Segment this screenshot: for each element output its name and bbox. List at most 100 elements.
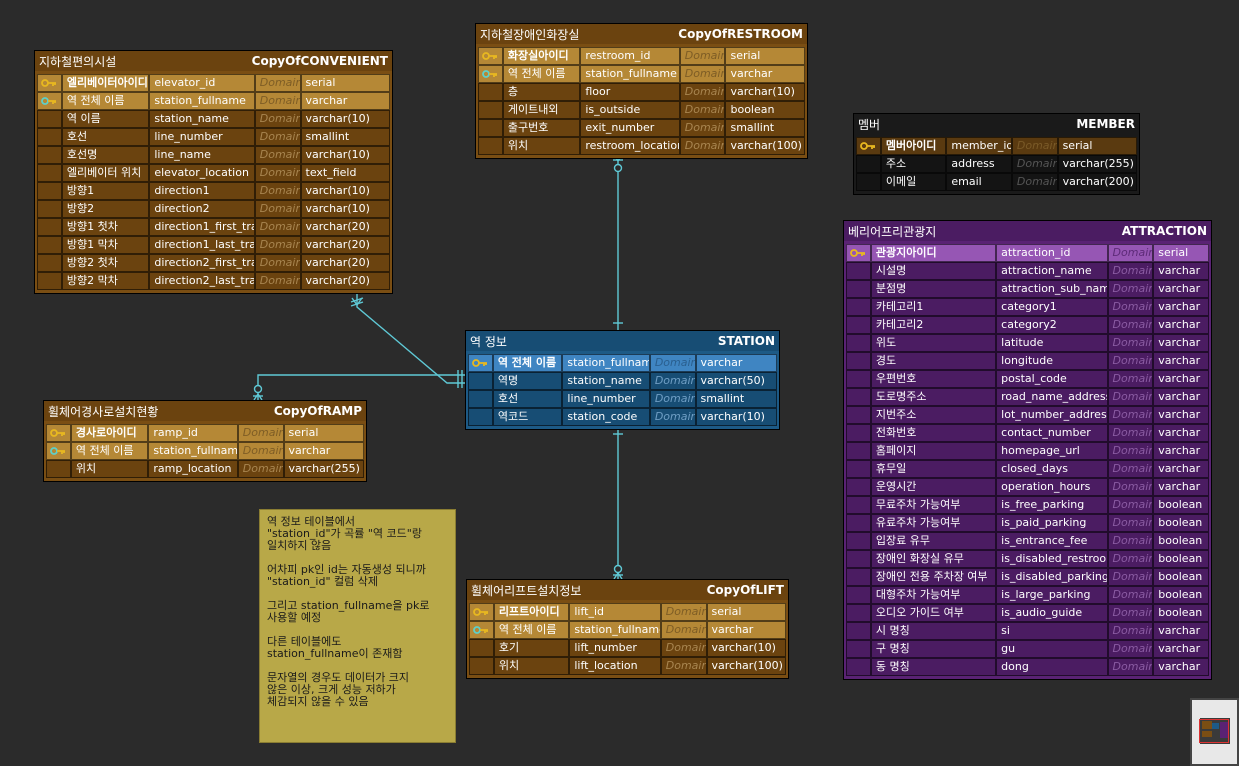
entity-header[interactable]: 지하철편의시설 CopyOfCONVENIENT: [35, 51, 392, 71]
field-row[interactable]: 홈페이지 homepage_url Domain varchar: [846, 442, 1209, 460]
field-type: smallint: [300, 128, 390, 146]
field-row[interactable]: 지번주소 lot_number_address Domain varchar: [846, 406, 1209, 424]
field-logical-name: 경도: [870, 352, 997, 370]
field-row[interactable]: 장애인 전용 주차장 여부 is_disabled_parking Domain bo…: [846, 568, 1209, 586]
field-row[interactable]: 경도 longitude Domain varchar: [846, 352, 1209, 370]
field-physical-name: is_large_parking: [996, 586, 1108, 604]
entity-station[interactable]: 역 정보 STATION 역 전체 이름 station_fullname Domain…: [465, 330, 780, 430]
field-row[interactable]: 시설명 attraction_name Domain varchar: [846, 262, 1209, 280]
empty-key-cell: [846, 568, 871, 586]
field-physical-name: direction2: [149, 200, 255, 218]
entity-lift[interactable]: 휠체어리프트설치정보 CopyOfLIFT 리프트아이디 lift_id Domain s…: [466, 579, 789, 679]
entity-header[interactable]: 역 정보 STATION: [466, 331, 779, 351]
empty-key-cell: [846, 640, 871, 658]
field-row[interactable]: 호선 line_number Domain smallint: [468, 390, 777, 408]
field-row[interactable]: 방향1 막차direction1_last_trainDomainvarchar…: [37, 236, 390, 254]
entity-header[interactable]: 베리어프리관광지 ATTRACTION: [844, 221, 1211, 241]
field-type: varchar: [1153, 298, 1209, 316]
field-row[interactable]: 엘리베이터 위치 elevator_location Domain text_fiel…: [37, 164, 390, 182]
field-row[interactable]: 위치 ramp_location Domain varchar(255): [46, 460, 364, 478]
entity-header[interactable]: 휠체어경사로설치현황 CopyOfRAMP: [44, 401, 366, 421]
field-row[interactable]: 구 명칭 gu Domain varchar: [846, 640, 1209, 658]
field-row[interactable]: 호선명 line_name Domain varchar(10): [37, 146, 390, 164]
field-row[interactable]: 방향2 첫차direction2_first_trainDomainvarcha…: [37, 254, 390, 272]
field-row[interactable]: 전화번호 contact_number Domain varchar: [846, 424, 1209, 442]
field-row[interactable]: 운영시간 operation_hours Domain varchar: [846, 478, 1209, 496]
field-row[interactable]: 게이트내외 is_outside Domain boolean: [478, 101, 805, 119]
entity-header[interactable]: 휠체어리프트설치정보 CopyOfLIFT: [467, 580, 788, 600]
primary-key-icon: [478, 47, 503, 65]
field-row[interactable]: 도로명주소 road_name_address Domain varchar: [846, 388, 1209, 406]
field-row[interactable]: 무료주차 가능여부 is_free_parking Domain boolean: [846, 496, 1209, 514]
field-row[interactable]: 방향2 direction2 Domain varchar(10): [37, 200, 390, 218]
field-row[interactable]: 시 명칭 si Domain varchar: [846, 622, 1209, 640]
field-type: text_field: [300, 164, 390, 182]
empty-key-cell: [846, 622, 871, 640]
field-type: serial: [706, 603, 786, 621]
field-physical-name: station_fullname: [148, 442, 238, 460]
minimap-viewport[interactable]: [1199, 719, 1229, 743]
field-type: varchar: [1153, 442, 1209, 460]
field-row[interactable]: 대형주차 가능여부 is_large_parking Domain boolean: [846, 586, 1209, 604]
field-type: varchar: [1153, 640, 1209, 658]
field-row[interactable]: 관광지아이디 attraction_id Domain serial: [846, 244, 1209, 262]
field-row[interactable]: 역코드 station_code Domain varchar(10): [468, 408, 777, 426]
field-type: serial: [300, 74, 390, 92]
entity-header[interactable]: 지하철장애인화장실 CopyOfRESTROOM: [476, 24, 807, 44]
foreign-key-icon: [469, 621, 494, 639]
field-row[interactable]: 오디오 가이드 여부 is_audio_guide Domain boolean: [846, 604, 1209, 622]
entity-logical-name: 지하철편의시설: [39, 54, 117, 69]
field-logical-name: 방향2 첫차: [61, 254, 150, 272]
field-row[interactable]: 역 전체 이름 station_fullname Domain varchar: [37, 92, 390, 110]
field-row[interactable]: 우편번호 postal_code Domain varchar: [846, 370, 1209, 388]
field-row[interactable]: 역 전체 이름 station_fullname Domain varchar: [468, 354, 777, 372]
entity-convenient[interactable]: 지하철편의시설 CopyOfCONVENIENT 엘리베이터아이디 elevator_…: [34, 50, 393, 294]
field-row[interactable]: 역 전체 이름 station_fullname Domain varchar: [46, 442, 364, 460]
entity-ramp[interactable]: 휠체어경사로설치현황 CopyOfRAMP 경사로아이디 ramp_id Domain s…: [43, 400, 367, 482]
field-row[interactable]: 장애인 화장실 유무 is_disabled_restroom Domain bool…: [846, 550, 1209, 568]
entity-member[interactable]: 멤버 MEMBER 멤버아이디 member_id Domain serial 주소 addr…: [853, 113, 1140, 195]
field-physical-name: floor: [580, 83, 680, 101]
field-row[interactable]: 화장실아이디 restroom_id Domain serial: [478, 47, 805, 65]
entity-header[interactable]: 멤버 MEMBER: [854, 114, 1139, 134]
field-row[interactable]: 주소 address Domain varchar(255): [856, 155, 1137, 173]
field-row[interactable]: 출구번호 exit_number Domain smallint: [478, 119, 805, 137]
empty-key-cell: [37, 146, 62, 164]
minimap[interactable]: [1190, 698, 1239, 766]
field-row[interactable]: 분점명 attraction_sub_name Domain varchar: [846, 280, 1209, 298]
field-row[interactable]: 입장료 유무 is_entrance_fee Domain boolean: [846, 532, 1209, 550]
field-row[interactable]: 카테고리2 category2 Domain varchar: [846, 316, 1209, 334]
field-row[interactable]: 리프트아이디 lift_id Domain serial: [469, 603, 786, 621]
field-row[interactable]: 카테고리1 category1 Domain varchar: [846, 298, 1209, 316]
field-row[interactable]: 호기 lift_number Domain varchar(10): [469, 639, 786, 657]
field-row[interactable]: 방향1 direction1 Domain varchar(10): [37, 182, 390, 200]
field-row[interactable]: 엘리베이터아이디 elevator_id Domain serial: [37, 74, 390, 92]
entity-attraction[interactable]: 베리어프리관광지 ATTRACTION 관광지아이디 attraction_id Dom…: [843, 220, 1212, 680]
field-row[interactable]: 호선 line_number Domain smallint: [37, 128, 390, 146]
field-type: varchar(255): [283, 460, 364, 478]
field-row[interactable]: 휴무일 closed_days Domain varchar: [846, 460, 1209, 478]
field-logical-name: 멤버아이디: [880, 137, 947, 155]
field-type: varchar(10): [300, 200, 390, 218]
field-row[interactable]: 위도 latitude Domain varchar: [846, 334, 1209, 352]
entity-physical-name: MEMBER: [1076, 117, 1135, 131]
field-row[interactable]: 위치 restroom_location Domain varchar(100): [478, 137, 805, 155]
field-row[interactable]: 방향2 막차direction2_last_trainDomainvarchar…: [37, 272, 390, 290]
field-domain: Domain: [254, 236, 301, 254]
field-row[interactable]: 역 전체 이름 station_fullname Domain varchar: [478, 65, 805, 83]
field-row[interactable]: 멤버아이디 member_id Domain serial: [856, 137, 1137, 155]
field-row[interactable]: 역 이름 station_name Domain varchar(10): [37, 110, 390, 128]
field-row[interactable]: 유료주차 가능여부 is_paid_parking Domain boolean: [846, 514, 1209, 532]
field-domain: Domain: [1107, 442, 1154, 460]
field-row[interactable]: 이메일 email Domain varchar(200): [856, 173, 1137, 191]
field-domain: Domain: [254, 272, 301, 290]
field-row[interactable]: 경사로아이디 ramp_id Domain serial: [46, 424, 364, 442]
field-row[interactable]: 동 명칭 dong Domain varchar: [846, 658, 1209, 676]
field-row[interactable]: 역명 station_name Domain varchar(50): [468, 372, 777, 390]
entity-restroom[interactable]: 지하철장애인화장실 CopyOfRESTROOM 화장실아이디 restroom_id…: [475, 23, 808, 159]
field-row[interactable]: 위치 lift_location Domain varchar(100): [469, 657, 786, 675]
memo-note[interactable]: 역 정보 테이블에서 "station_id"가 곡률 "역 코드"랑 일치하지…: [259, 509, 456, 743]
field-row[interactable]: 층 floor Domain varchar(10): [478, 83, 805, 101]
field-row[interactable]: 역 전체 이름 station_fullname Domain varchar: [469, 621, 786, 639]
field-row[interactable]: 방향1 첫차direction1_first_trainDomainvarcha…: [37, 218, 390, 236]
